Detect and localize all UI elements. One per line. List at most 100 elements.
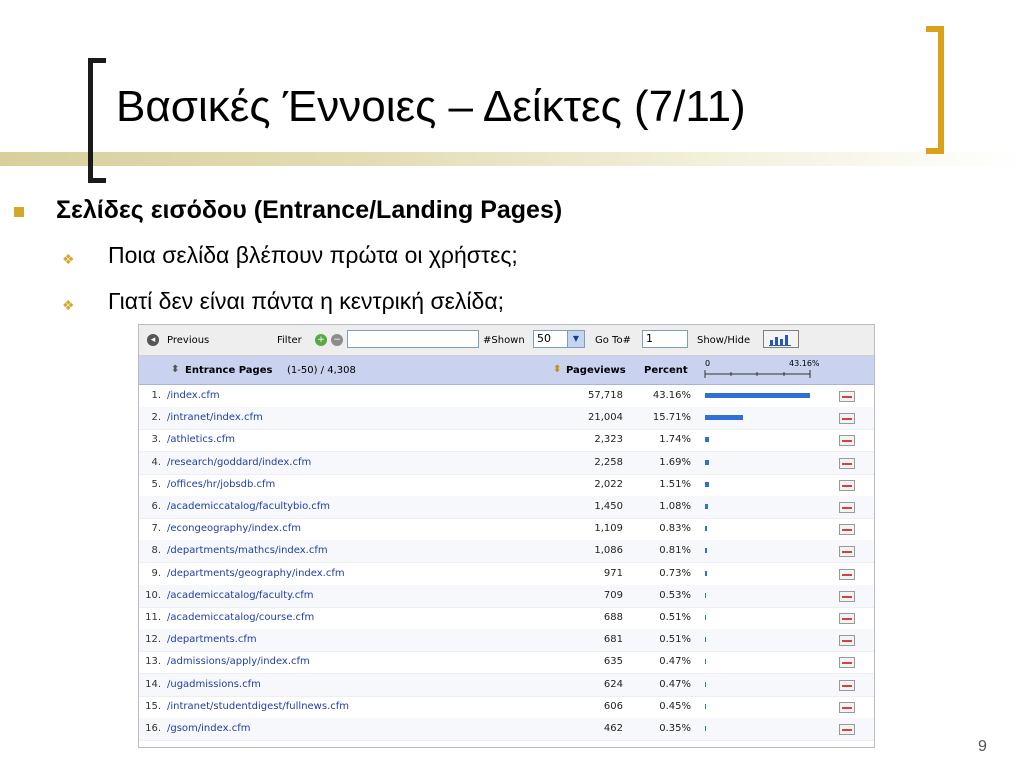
trend-chart-icon[interactable]	[839, 546, 855, 558]
row-number: 15.	[145, 700, 161, 712]
table-row: 7. /econgeography/index.cfm 1,109 0.83%	[139, 518, 874, 542]
page-link[interactable]: /index.cfm	[167, 390, 220, 401]
row-number: 3.	[151, 434, 161, 446]
chevron-down-icon: ▼	[567, 331, 584, 347]
percent-value: 0.51%	[659, 634, 691, 646]
table-row: 11. /academiccatalog/course.cfm 688 0.51%	[139, 607, 874, 630]
table-row: 8. /departments/mathcs/index.cfm 1,086 0.81…	[139, 540, 874, 564]
pageviews-value: 462	[603, 723, 623, 734]
filter-exclude-icon[interactable]: −	[331, 334, 343, 346]
page-link[interactable]: /departments.cfm	[167, 634, 257, 645]
page-link[interactable]: /intranet/studentdigest/fullnews.cfm	[167, 701, 349, 712]
row-number: 12.	[145, 634, 161, 646]
page-link[interactable]: /admissions/apply/index.cfm	[167, 656, 310, 667]
slide-title: Βασικές Έννοιες – Δείκτες (7/11)	[116, 82, 746, 131]
row-number: 4.	[151, 456, 161, 468]
title-band	[0, 152, 1024, 166]
page-link[interactable]: /offices/hr/jobsdb.cfm	[167, 479, 275, 490]
pageviews-value: 2,022	[594, 478, 623, 490]
diamond-bullet-icon: ❖	[62, 297, 75, 313]
page-link[interactable]: /academiccatalog/facultybio.cfm	[167, 501, 330, 512]
trend-chart-icon[interactable]	[839, 413, 855, 425]
trend-chart-icon[interactable]	[839, 479, 855, 491]
page-link[interactable]: /departments/geography/index.cfm	[167, 568, 345, 579]
page-link[interactable]: /athletics.cfm	[167, 434, 235, 445]
trend-chart-icon[interactable]	[839, 568, 855, 580]
percent-value: 1.74%	[659, 434, 691, 446]
report-controls: ◂ Previous Filter + − #Shown 50 ▼ Go To#…	[139, 325, 874, 356]
percent-bar	[705, 703, 707, 709]
pageviews-value: 971	[603, 567, 623, 579]
range-count: (1-50) / 4,308	[287, 365, 356, 376]
diamond-bullet-icon: ❖	[62, 251, 75, 267]
row-number: 9.	[151, 567, 161, 579]
bullet-text: Σελίδες εισόδου (Entrance/Landing Pages)	[56, 196, 563, 224]
trend-chart-icon[interactable]	[839, 457, 855, 469]
scale-ruler	[704, 370, 811, 378]
percent-bar	[705, 415, 744, 421]
trend-chart-icon[interactable]	[839, 701, 855, 713]
percent-bar	[705, 637, 707, 643]
page-link[interactable]: /departments/mathcs/index.cfm	[167, 545, 328, 556]
trend-chart-icon[interactable]	[839, 613, 855, 624]
percent-value: 0.83%	[659, 523, 691, 535]
page-link[interactable]: /research/goddard/index.cfm	[167, 457, 311, 468]
goto-input[interactable]: 1	[642, 330, 688, 348]
row-number: 2.	[151, 412, 161, 424]
pageviews-header[interactable]: Pageviews	[566, 365, 626, 376]
page-link[interactable]: /econgeography/index.cfm	[167, 523, 301, 534]
page-link[interactable]: /intranet/index.cfm	[167, 412, 263, 423]
row-number: 11.	[145, 612, 161, 623]
trend-chart-icon[interactable]	[839, 435, 855, 447]
shown-select[interactable]: 50 ▼	[533, 330, 585, 348]
shown-label: #Shown	[483, 335, 525, 346]
trend-chart-icon[interactable]	[839, 524, 855, 536]
percent-value: 15.71%	[652, 412, 691, 424]
percent-value: 43.16%	[652, 390, 691, 401]
sort-icon[interactable]: ⬍	[553, 364, 561, 375]
trend-chart-icon[interactable]	[839, 502, 855, 513]
entrance-pages-header[interactable]: Entrance Pages	[185, 365, 272, 376]
pageviews-value: 1,086	[594, 545, 623, 557]
percent-bar	[705, 681, 707, 687]
page-link[interactable]: /ugadmissions.cfm	[167, 679, 261, 690]
filter-include-icon[interactable]: +	[315, 334, 327, 346]
row-number: 10.	[145, 589, 161, 601]
left-bracket-decoration	[88, 58, 106, 183]
percent-header[interactable]: Percent	[644, 365, 688, 376]
table-row: 2. /intranet/index.cfm 21,004 15.71%	[139, 407, 874, 431]
percent-bar	[705, 548, 707, 554]
trend-chart-icon[interactable]	[839, 657, 855, 669]
percent-bar	[705, 526, 708, 532]
trend-chart-icon[interactable]	[839, 724, 855, 735]
trend-chart-icon[interactable]	[839, 391, 855, 402]
table-body: 1. /index.cfm 57,718 43.16% 2. /intranet/inde…	[139, 385, 874, 747]
page-link[interactable]: /academiccatalog/faculty.cfm	[167, 590, 314, 601]
table-row: 10. /academiccatalog/faculty.cfm 709 0.53%	[139, 584, 874, 608]
filter-input[interactable]	[347, 330, 479, 348]
page-link[interactable]: /gsom/index.cfm	[167, 723, 250, 734]
previous-link[interactable]: Previous	[167, 335, 209, 346]
page-link[interactable]: /academiccatalog/course.cfm	[167, 612, 314, 623]
table-row: 15. /intranet/studentdigest/fullnews.cfm 6…	[139, 696, 874, 719]
percent-bar	[705, 615, 707, 620]
row-number: 14.	[145, 678, 161, 690]
percent-value: 0.35%	[659, 723, 691, 734]
sort-icon[interactable]: ⬍	[171, 364, 179, 375]
percent-value: 1.69%	[659, 456, 691, 468]
pageviews-value: 635	[603, 656, 623, 668]
percent-value: 0.81%	[659, 545, 691, 557]
showhide-chart-button[interactable]	[763, 330, 799, 348]
showhide-label: Show/Hide	[697, 335, 751, 346]
table-row: 4. /research/goddard/index.cfm 2,258 1.69%	[139, 451, 874, 475]
right-bracket-decoration	[926, 26, 944, 154]
percent-bar	[705, 504, 708, 509]
percent-value: 0.47%	[659, 656, 691, 668]
analytics-screenshot: ◂ Previous Filter + − #Shown 50 ▼ Go To#…	[138, 324, 875, 748]
trend-chart-icon[interactable]	[839, 590, 855, 602]
table-row: 16. /gsom/index.cfm 462 0.35%	[139, 718, 874, 741]
pageviews-value: 709	[603, 589, 623, 601]
previous-arrow-icon[interactable]: ◂	[147, 334, 159, 346]
trend-chart-icon[interactable]	[839, 635, 855, 647]
trend-chart-icon[interactable]	[839, 679, 855, 691]
